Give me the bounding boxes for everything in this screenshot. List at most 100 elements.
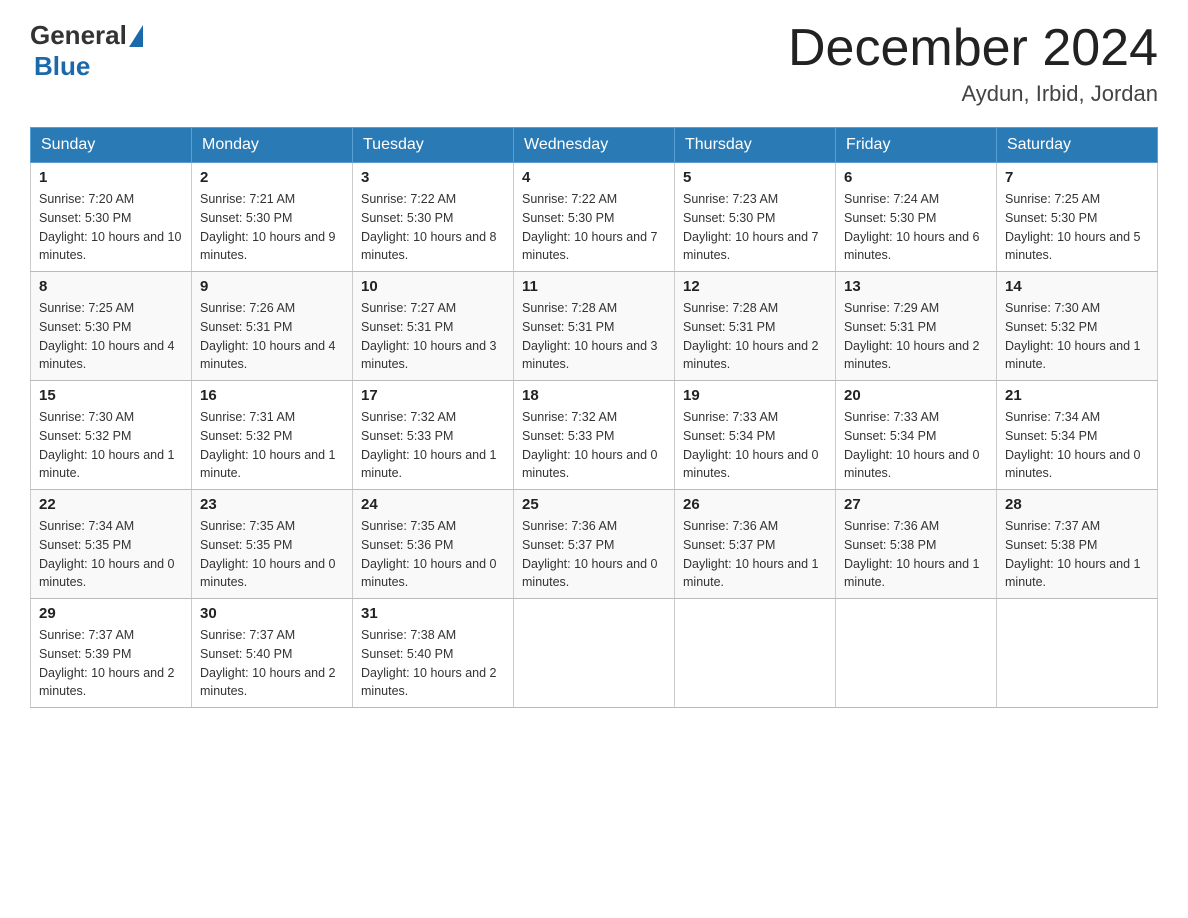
calendar-cell: 9 Sunrise: 7:26 AM Sunset: 5:31 PM Dayli…: [192, 272, 353, 381]
day-info: Sunrise: 7:35 AM Sunset: 5:36 PM Dayligh…: [361, 517, 505, 592]
day-number: 3: [361, 169, 505, 186]
calendar-cell: 21 Sunrise: 7:34 AM Sunset: 5:34 PM Dayl…: [997, 381, 1158, 490]
day-number: 23: [200, 496, 344, 513]
day-info: Sunrise: 7:31 AM Sunset: 5:32 PM Dayligh…: [200, 408, 344, 483]
day-info: Sunrise: 7:29 AM Sunset: 5:31 PM Dayligh…: [844, 299, 988, 374]
logo-general-text: General: [30, 20, 127, 51]
day-number: 12: [683, 278, 827, 295]
calendar-cell: 13 Sunrise: 7:29 AM Sunset: 5:31 PM Dayl…: [836, 272, 997, 381]
day-info: Sunrise: 7:22 AM Sunset: 5:30 PM Dayligh…: [361, 190, 505, 265]
day-number: 2: [200, 169, 344, 186]
calendar-cell: 31 Sunrise: 7:38 AM Sunset: 5:40 PM Dayl…: [353, 599, 514, 708]
day-number: 9: [200, 278, 344, 295]
logo: General Blue: [30, 20, 145, 82]
day-number: 21: [1005, 387, 1149, 404]
calendar-week-row: 15 Sunrise: 7:30 AM Sunset: 5:32 PM Dayl…: [31, 381, 1158, 490]
day-info: Sunrise: 7:27 AM Sunset: 5:31 PM Dayligh…: [361, 299, 505, 374]
calendar-cell: 28 Sunrise: 7:37 AM Sunset: 5:38 PM Dayl…: [997, 490, 1158, 599]
calendar-cell: 1 Sunrise: 7:20 AM Sunset: 5:30 PM Dayli…: [31, 163, 192, 272]
day-info: Sunrise: 7:36 AM Sunset: 5:38 PM Dayligh…: [844, 517, 988, 592]
day-number: 7: [1005, 169, 1149, 186]
day-info: Sunrise: 7:20 AM Sunset: 5:30 PM Dayligh…: [39, 190, 183, 265]
day-info: Sunrise: 7:36 AM Sunset: 5:37 PM Dayligh…: [683, 517, 827, 592]
day-info: Sunrise: 7:32 AM Sunset: 5:33 PM Dayligh…: [361, 408, 505, 483]
day-info: Sunrise: 7:36 AM Sunset: 5:37 PM Dayligh…: [522, 517, 666, 592]
day-number: 22: [39, 496, 183, 513]
calendar-week-row: 1 Sunrise: 7:20 AM Sunset: 5:30 PM Dayli…: [31, 163, 1158, 272]
day-info: Sunrise: 7:28 AM Sunset: 5:31 PM Dayligh…: [522, 299, 666, 374]
calendar-cell: 12 Sunrise: 7:28 AM Sunset: 5:31 PM Dayl…: [675, 272, 836, 381]
day-info: Sunrise: 7:30 AM Sunset: 5:32 PM Dayligh…: [39, 408, 183, 483]
day-number: 15: [39, 387, 183, 404]
header-sunday: Sunday: [31, 128, 192, 163]
day-info: Sunrise: 7:32 AM Sunset: 5:33 PM Dayligh…: [522, 408, 666, 483]
day-info: Sunrise: 7:34 AM Sunset: 5:35 PM Dayligh…: [39, 517, 183, 592]
logo-blue-text: Blue: [34, 51, 90, 81]
day-number: 13: [844, 278, 988, 295]
day-info: Sunrise: 7:22 AM Sunset: 5:30 PM Dayligh…: [522, 190, 666, 265]
day-number: 25: [522, 496, 666, 513]
day-number: 18: [522, 387, 666, 404]
calendar-cell: 6 Sunrise: 7:24 AM Sunset: 5:30 PM Dayli…: [836, 163, 997, 272]
day-number: 4: [522, 169, 666, 186]
calendar-cell: [997, 599, 1158, 708]
calendar-cell: 26 Sunrise: 7:36 AM Sunset: 5:37 PM Dayl…: [675, 490, 836, 599]
day-info: Sunrise: 7:35 AM Sunset: 5:35 PM Dayligh…: [200, 517, 344, 592]
day-info: Sunrise: 7:34 AM Sunset: 5:34 PM Dayligh…: [1005, 408, 1149, 483]
calendar-cell: 11 Sunrise: 7:28 AM Sunset: 5:31 PM Dayl…: [514, 272, 675, 381]
month-title: December 2024: [788, 20, 1158, 77]
day-number: 5: [683, 169, 827, 186]
calendar-cell: [836, 599, 997, 708]
day-info: Sunrise: 7:25 AM Sunset: 5:30 PM Dayligh…: [39, 299, 183, 374]
day-info: Sunrise: 7:33 AM Sunset: 5:34 PM Dayligh…: [844, 408, 988, 483]
day-number: 31: [361, 605, 505, 622]
header-saturday: Saturday: [997, 128, 1158, 163]
calendar-cell: 14 Sunrise: 7:30 AM Sunset: 5:32 PM Dayl…: [997, 272, 1158, 381]
day-number: 19: [683, 387, 827, 404]
day-number: 24: [361, 496, 505, 513]
calendar-cell: 15 Sunrise: 7:30 AM Sunset: 5:32 PM Dayl…: [31, 381, 192, 490]
calendar-cell: [514, 599, 675, 708]
day-number: 6: [844, 169, 988, 186]
page-header: General Blue December 2024 Aydun, Irbid,…: [30, 20, 1158, 107]
header-tuesday: Tuesday: [353, 128, 514, 163]
day-number: 20: [844, 387, 988, 404]
calendar-cell: [675, 599, 836, 708]
calendar-cell: 10 Sunrise: 7:27 AM Sunset: 5:31 PM Dayl…: [353, 272, 514, 381]
day-number: 14: [1005, 278, 1149, 295]
day-number: 16: [200, 387, 344, 404]
header-friday: Friday: [836, 128, 997, 163]
calendar-cell: 22 Sunrise: 7:34 AM Sunset: 5:35 PM Dayl…: [31, 490, 192, 599]
calendar-week-row: 29 Sunrise: 7:37 AM Sunset: 5:39 PM Dayl…: [31, 599, 1158, 708]
day-info: Sunrise: 7:25 AM Sunset: 5:30 PM Dayligh…: [1005, 190, 1149, 265]
day-number: 29: [39, 605, 183, 622]
calendar-cell: 23 Sunrise: 7:35 AM Sunset: 5:35 PM Dayl…: [192, 490, 353, 599]
logo-triangle-icon: [129, 25, 143, 47]
calendar-cell: 3 Sunrise: 7:22 AM Sunset: 5:30 PM Dayli…: [353, 163, 514, 272]
day-info: Sunrise: 7:26 AM Sunset: 5:31 PM Dayligh…: [200, 299, 344, 374]
day-number: 11: [522, 278, 666, 295]
day-info: Sunrise: 7:28 AM Sunset: 5:31 PM Dayligh…: [683, 299, 827, 374]
day-info: Sunrise: 7:37 AM Sunset: 5:38 PM Dayligh…: [1005, 517, 1149, 592]
day-info: Sunrise: 7:38 AM Sunset: 5:40 PM Dayligh…: [361, 626, 505, 701]
title-section: December 2024 Aydun, Irbid, Jordan: [788, 20, 1158, 107]
day-number: 8: [39, 278, 183, 295]
location-text: Aydun, Irbid, Jordan: [788, 81, 1158, 107]
day-number: 26: [683, 496, 827, 513]
day-info: Sunrise: 7:21 AM Sunset: 5:30 PM Dayligh…: [200, 190, 344, 265]
day-info: Sunrise: 7:24 AM Sunset: 5:30 PM Dayligh…: [844, 190, 988, 265]
day-number: 28: [1005, 496, 1149, 513]
calendar-cell: 7 Sunrise: 7:25 AM Sunset: 5:30 PM Dayli…: [997, 163, 1158, 272]
calendar-cell: 17 Sunrise: 7:32 AM Sunset: 5:33 PM Dayl…: [353, 381, 514, 490]
calendar-cell: 24 Sunrise: 7:35 AM Sunset: 5:36 PM Dayl…: [353, 490, 514, 599]
header-wednesday: Wednesday: [514, 128, 675, 163]
calendar-table: SundayMondayTuesdayWednesdayThursdayFrid…: [30, 127, 1158, 708]
calendar-cell: 30 Sunrise: 7:37 AM Sunset: 5:40 PM Dayl…: [192, 599, 353, 708]
day-info: Sunrise: 7:33 AM Sunset: 5:34 PM Dayligh…: [683, 408, 827, 483]
header-monday: Monday: [192, 128, 353, 163]
calendar-cell: 4 Sunrise: 7:22 AM Sunset: 5:30 PM Dayli…: [514, 163, 675, 272]
header-thursday: Thursday: [675, 128, 836, 163]
calendar-cell: 8 Sunrise: 7:25 AM Sunset: 5:30 PM Dayli…: [31, 272, 192, 381]
day-number: 30: [200, 605, 344, 622]
calendar-cell: 16 Sunrise: 7:31 AM Sunset: 5:32 PM Dayl…: [192, 381, 353, 490]
